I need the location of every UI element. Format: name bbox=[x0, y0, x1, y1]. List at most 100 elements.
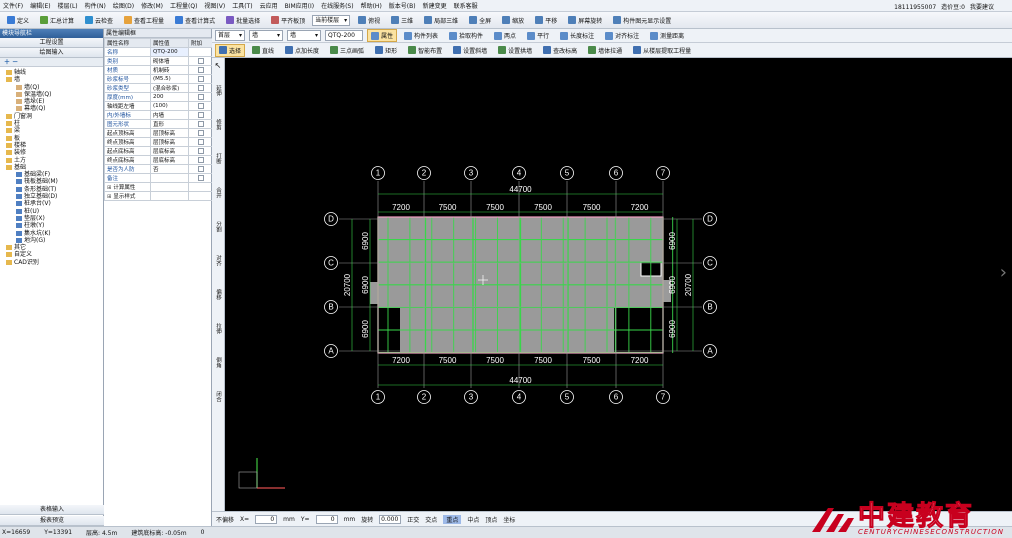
property-row[interactable]: 图元形状 直形 bbox=[104, 119, 213, 129]
chevron-right-icon[interactable]: › bbox=[1000, 262, 1007, 283]
status-value[interactable]: 0.000 bbox=[379, 514, 402, 524]
tab-table-input[interactable]: 表格输入 bbox=[0, 505, 104, 515]
menu-item[interactable]: 工程量(Q) bbox=[170, 1, 197, 10]
component-select[interactable]: 首层 bbox=[215, 30, 245, 41]
property-row[interactable]: 终点顶标高 层顶标高 bbox=[104, 137, 213, 147]
tree-item[interactable]: 垫层(X) bbox=[2, 215, 103, 222]
draw-button[interactable]: 三点画弧 bbox=[326, 44, 368, 57]
modify-tool[interactable]: 倒角 bbox=[215, 349, 221, 375]
toolbar-button[interactable]: 对齐标注 bbox=[601, 29, 643, 42]
toolbar-button[interactable]: 批量选择 bbox=[222, 14, 264, 27]
property-row[interactable]: ⊞ 显示样式 bbox=[104, 191, 213, 201]
draw-button[interactable]: 设置斜墙 bbox=[449, 44, 491, 57]
extra-checkbox[interactable] bbox=[197, 84, 204, 91]
tree-item[interactable]: 幕墙(Q) bbox=[2, 105, 103, 112]
extra-checkbox[interactable] bbox=[197, 147, 204, 154]
draw-button[interactable]: 选择 bbox=[215, 43, 246, 57]
extra-checkbox[interactable] bbox=[197, 102, 204, 109]
property-row[interactable]: 类别 砌体墙 bbox=[104, 56, 213, 66]
component-select[interactable]: 墙 bbox=[287, 30, 321, 41]
toolbar-button[interactable]: 汇总计算 bbox=[36, 14, 78, 27]
view-button[interactable]: 俯视 bbox=[354, 14, 384, 27]
property-row[interactable]: 材质 机制砖 bbox=[104, 65, 213, 75]
extra-checkbox[interactable] bbox=[197, 93, 204, 100]
tree-item[interactable]: 墙 bbox=[2, 76, 103, 83]
toolbar-button[interactable]: 长度标注 bbox=[556, 29, 598, 42]
toolbar-button[interactable]: 属性 bbox=[367, 29, 398, 42]
property-row[interactable]: 起点底标高 层底标高 bbox=[104, 146, 213, 156]
modify-tool[interactable]: 分割 bbox=[215, 213, 221, 239]
phone-label[interactable]: 18111955007 bbox=[894, 4, 936, 11]
extra-checkbox[interactable] bbox=[197, 66, 204, 73]
property-row[interactable]: 终点底标高 层底标高 bbox=[104, 155, 213, 165]
view-button[interactable]: 构件图元显示设置 bbox=[609, 14, 675, 27]
property-value[interactable]: 层顶标高 bbox=[150, 137, 189, 147]
menu-item[interactable]: 新建变更 bbox=[423, 1, 447, 10]
toolbar-button[interactable]: 测量距离 bbox=[646, 29, 688, 42]
tab-report-preview[interactable]: 报表预览 bbox=[0, 516, 104, 526]
tree-item[interactable]: 自定义 bbox=[2, 251, 103, 258]
extra-checkbox[interactable] bbox=[197, 75, 204, 82]
status-value[interactable]: 0 bbox=[315, 514, 338, 524]
property-value[interactable]: 砌体墙 bbox=[150, 56, 189, 66]
modify-tool[interactable]: 偏移 bbox=[215, 281, 221, 307]
tree-item[interactable]: 门窗洞 bbox=[2, 113, 103, 120]
property-value[interactable] bbox=[150, 191, 189, 201]
draw-button[interactable]: 从楼层提取工程量 bbox=[629, 44, 695, 57]
property-value[interactable] bbox=[150, 182, 189, 192]
drawing-canvas[interactable]: 1 1 2 2 3 3 4 4 5 5 6 6 7 7 D D C C B B A A 7200 7500 7500 7500 75… bbox=[225, 58, 1012, 511]
property-row[interactable]: 名称 QTQ-200 bbox=[104, 47, 213, 57]
feedback-link[interactable]: 我要建议 bbox=[970, 4, 994, 11]
tree-item[interactable]: 独立基础(D) bbox=[2, 193, 103, 200]
extra-checkbox[interactable] bbox=[197, 57, 204, 64]
component-select[interactable]: 墙 bbox=[249, 30, 283, 41]
toolbar-button[interactable]: 云检查 bbox=[81, 14, 117, 27]
toolbar-button[interactable]: 构件列表 bbox=[400, 29, 442, 42]
property-value[interactable]: 层底标高 bbox=[150, 146, 189, 156]
toolbar-button[interactable]: 平行 bbox=[523, 29, 553, 42]
component-select[interactable]: QTQ-200 bbox=[325, 30, 363, 41]
draw-button[interactable]: 设置拱墙 bbox=[494, 44, 536, 57]
property-row[interactable]: 砂浆标号 (M5.5) bbox=[104, 74, 213, 84]
property-row[interactable]: 厚度(mm) 200 bbox=[104, 92, 213, 102]
tree-item[interactable]: 墙垛(E) bbox=[2, 98, 103, 105]
modify-tool[interactable]: 打断 bbox=[215, 145, 221, 171]
draw-button[interactable]: 墙体拉通 bbox=[584, 44, 626, 57]
draw-button[interactable]: 点加长度 bbox=[281, 44, 323, 57]
property-value[interactable]: 层顶标高 bbox=[150, 128, 189, 138]
property-value[interactable] bbox=[150, 173, 189, 183]
property-value[interactable]: 层底标高 bbox=[150, 155, 189, 165]
tree-item[interactable]: 条形基础(T) bbox=[2, 186, 103, 193]
modify-tool[interactable]: 修剪 bbox=[215, 111, 221, 137]
extra-checkbox[interactable] bbox=[197, 165, 204, 172]
modify-tool[interactable]: 延伸 bbox=[215, 77, 221, 103]
extra-checkbox[interactable] bbox=[197, 129, 204, 136]
menu-item[interactable]: 构件(N) bbox=[85, 1, 106, 10]
view-button[interactable]: 全屏 bbox=[465, 14, 495, 27]
menu-item[interactable]: 联系客服 bbox=[454, 1, 478, 10]
tree-item[interactable]: 土方 bbox=[2, 157, 103, 164]
tree-item[interactable]: 基础 bbox=[2, 164, 103, 171]
tree-item[interactable]: 梁 bbox=[2, 127, 103, 134]
property-row[interactable]: ⊞ 计算属性 bbox=[104, 182, 213, 192]
toolbar-button[interactable]: 两点 bbox=[490, 29, 520, 42]
property-value[interactable]: 否 bbox=[150, 164, 189, 174]
draw-button[interactable]: 查改标高 bbox=[539, 44, 581, 57]
view-button[interactable]: 缩放 bbox=[498, 14, 528, 27]
property-row[interactable]: 内/外墙标 内墙 bbox=[104, 110, 213, 120]
extra-checkbox[interactable] bbox=[197, 138, 204, 145]
menu-item[interactable]: 在线服务(S) bbox=[321, 1, 354, 10]
tree-item[interactable]: 筏板基础(M) bbox=[2, 178, 103, 185]
menu-item[interactable]: 楼层(L) bbox=[58, 1, 78, 10]
floor-plan[interactable]: 1 1 2 2 3 3 4 4 5 5 6 6 7 7 D D C C B B A A 7200 7500 7500 7500 75… bbox=[225, 58, 1012, 511]
extra-checkbox[interactable] bbox=[197, 120, 204, 127]
menu-item[interactable]: 文件(F) bbox=[3, 1, 23, 10]
menu-item[interactable]: 云应用 bbox=[260, 1, 278, 10]
property-value[interactable]: 机制砖 bbox=[150, 65, 189, 75]
tree-item[interactable]: 柱墩(Y) bbox=[2, 222, 103, 229]
property-value[interactable]: 内墙 bbox=[150, 110, 189, 120]
tab-project-settings[interactable]: 工程设置 bbox=[0, 38, 103, 48]
menu-item[interactable]: 版本号(B) bbox=[389, 1, 416, 10]
draw-button[interactable]: 智能布置 bbox=[404, 44, 446, 57]
tree-item[interactable]: 墙(Q) bbox=[2, 84, 103, 91]
